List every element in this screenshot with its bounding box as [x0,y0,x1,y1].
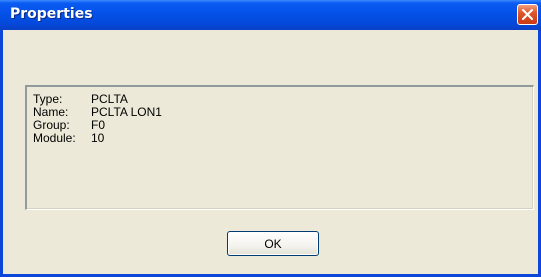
ok-button-label: OK [264,237,282,251]
properties-dialog: Properties Type: PCLTA Name: PCLTA LON1 … [0,0,541,277]
property-value: 10 [91,131,105,145]
properties-box: Type: PCLTA Name: PCLTA LON1 Group: F0 M… [25,85,534,210]
close-icon [522,9,533,20]
property-label: Module: [33,131,76,145]
title-bar[interactable]: Properties [0,0,541,30]
window-title: Properties [10,6,93,22]
close-button[interactable] [517,4,538,25]
ok-button[interactable]: OK [227,231,319,256]
